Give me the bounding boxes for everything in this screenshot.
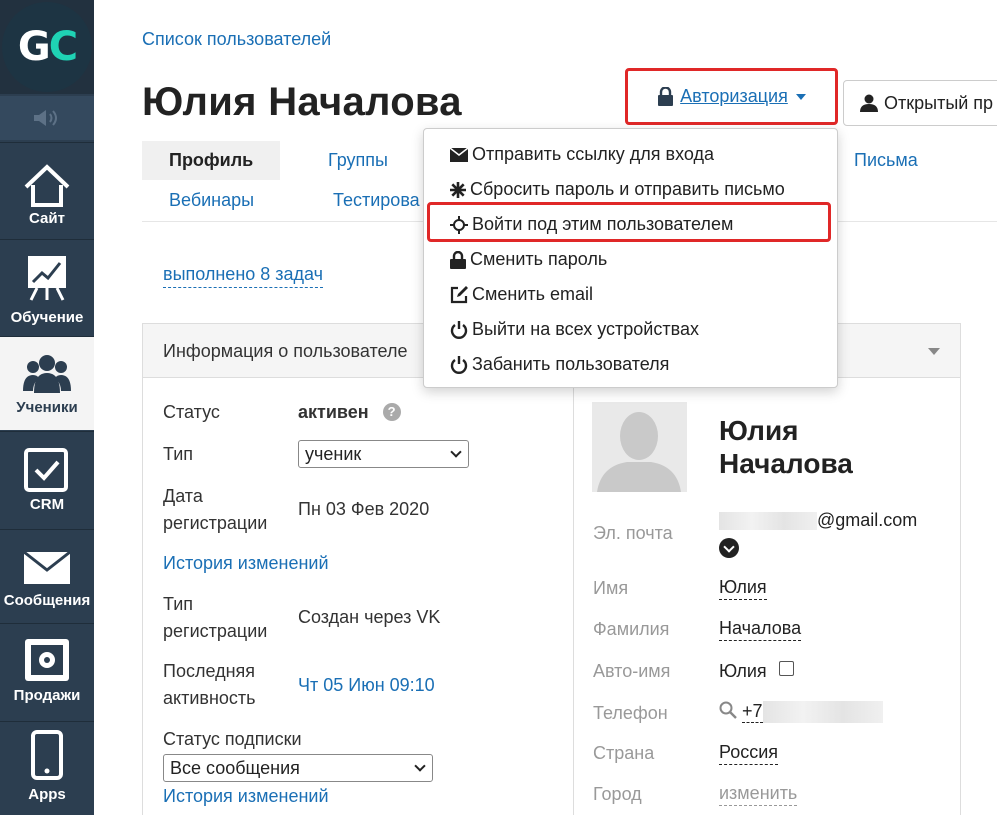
speaker-icon[interactable] [0, 96, 94, 140]
email-expand-icon[interactable] [719, 538, 739, 558]
tasks-link[interactable]: выполнено 8 задач [163, 264, 324, 288]
users-icon [23, 355, 71, 393]
subscription-select[interactable]: Все сообщения [163, 754, 433, 782]
reg-date-label: Дата регистрации [163, 486, 268, 533]
asterisk-icon [450, 181, 466, 198]
power-icon [450, 320, 468, 339]
status-value: активен? [298, 399, 401, 426]
city-edit-link[interactable]: изменить [719, 783, 798, 806]
change-password-item[interactable]: Сменить пароль [424, 242, 837, 277]
edit-icon [450, 285, 468, 303]
sidebar-item-label: Сайт [29, 210, 65, 227]
tab-groups[interactable]: Группы [328, 150, 388, 171]
reg-type-value: Создан через VK [298, 607, 441, 627]
checkbox-icon [24, 448, 68, 492]
tab-webinars[interactable]: Вебинары [169, 190, 254, 211]
logout-all-devices-item[interactable]: Выйти на всех устройствах [424, 312, 837, 347]
power-icon [450, 355, 468, 374]
type-label: Тип [163, 444, 194, 464]
sidebar-item-label: Сообщения [3, 592, 91, 609]
email-label: Эл. почта [593, 523, 673, 543]
sidebar-item-apps[interactable]: Apps [0, 721, 94, 815]
last-activity-label: Последняя активность [163, 661, 256, 708]
envelope-icon [450, 147, 468, 162]
email-value: @gmail.com [719, 510, 917, 531]
sidebar-item-learning[interactable]: Обучение [0, 239, 94, 334]
envelope-icon [23, 550, 71, 584]
country-value[interactable]: Россия [719, 742, 779, 765]
auto-name-checkbox[interactable] [778, 661, 794, 676]
sidebar-item-label: Ученики [16, 399, 78, 416]
sidebar-item-sales[interactable]: Продажи [0, 623, 94, 719]
authorization-label: Авторизация [680, 86, 788, 106]
tab-tests[interactable]: Тестирова [333, 190, 420, 211]
first-name-label: Имя [593, 578, 629, 598]
phone-value: +7 [719, 701, 883, 724]
authorization-dropdown: Отправить ссылку для входа Сбросить паро… [423, 128, 838, 388]
type-select[interactable]: ученик [298, 440, 469, 468]
last-activity-value[interactable]: Чт 05 Июн 09:10 [298, 672, 435, 699]
reg-type-label: Тип регистрации [163, 594, 268, 641]
sidebar-item-label: CRM [29, 496, 65, 513]
chevron-down-icon [414, 760, 426, 772]
authorization-button[interactable]: Авторизация [625, 68, 838, 125]
first-name-value[interactable]: Юлия [719, 577, 767, 600]
sidebar-item-students[interactable]: Ученики [0, 336, 94, 430]
profile-name: Юлия Началова [719, 415, 853, 479]
open-profile-label: Открытый пр [884, 92, 994, 113]
page-title: Юлия Началова [142, 80, 462, 124]
auto-name-value: Юлия [719, 661, 794, 682]
history-link[interactable]: История изменений [163, 783, 329, 810]
logo[interactable]: GC [0, 0, 94, 94]
avatar [592, 402, 687, 492]
sidebar-item-label: Apps [28, 786, 66, 803]
redacted-text [762, 701, 883, 724]
sidebar-item-label: Обучение [10, 309, 84, 326]
safe-icon [25, 639, 69, 681]
send-login-link-item[interactable]: Отправить ссылку для входа [424, 137, 837, 172]
sidebar: GC Сайт Обучение Ученики CRM Сообщения П… [0, 0, 94, 815]
sidebar-item-messages[interactable]: Сообщения [0, 529, 94, 621]
sidebar-item-label: Продажи [13, 687, 81, 704]
house-icon [24, 164, 70, 207]
history-link[interactable]: История изменений [163, 550, 329, 577]
highlight-frame [427, 202, 831, 242]
user-icon [860, 94, 878, 112]
phone-icon [31, 730, 63, 780]
phone-label: Телефон [593, 703, 668, 723]
change-email-item[interactable]: Сменить email [424, 277, 837, 312]
sidebar-item-site[interactable]: Сайт [0, 142, 94, 237]
status-label: Статус [163, 402, 220, 422]
caret-down-icon [795, 93, 806, 100]
chart-board-icon [28, 256, 66, 301]
search-icon[interactable] [719, 701, 737, 719]
logo-mark: GC [2, 2, 92, 92]
last-name-label: Фамилия [593, 619, 670, 639]
open-profile-button[interactable]: Открытый пр [843, 80, 997, 126]
caret-down-icon[interactable] [928, 348, 940, 355]
column-divider [573, 379, 574, 815]
reg-date-value: Пн 03 Фев 2020 [298, 499, 430, 519]
sidebar-item-crm[interactable]: CRM [0, 431, 94, 527]
lock-icon [658, 87, 674, 106]
auto-name-label: Авто-имя [593, 661, 671, 681]
country-label: Страна [593, 743, 655, 763]
breadcrumb-users-list[interactable]: Список пользователей [142, 29, 331, 50]
ban-user-item[interactable]: Забанить пользователя [424, 347, 837, 382]
panel-title: Информация о пользователе [163, 341, 408, 361]
lock-icon [450, 250, 466, 269]
tab-profile[interactable]: Профиль [142, 141, 281, 180]
default-avatar-icon [597, 412, 681, 492]
chevron-down-icon [450, 446, 462, 458]
tab-letters[interactable]: Письма [854, 150, 918, 171]
redacted-text [719, 512, 817, 531]
city-label: Город [593, 784, 642, 804]
subscription-label: Статус подписки [163, 729, 302, 749]
last-name-value[interactable]: Началова [719, 618, 802, 641]
help-icon[interactable]: ? [382, 403, 401, 421]
